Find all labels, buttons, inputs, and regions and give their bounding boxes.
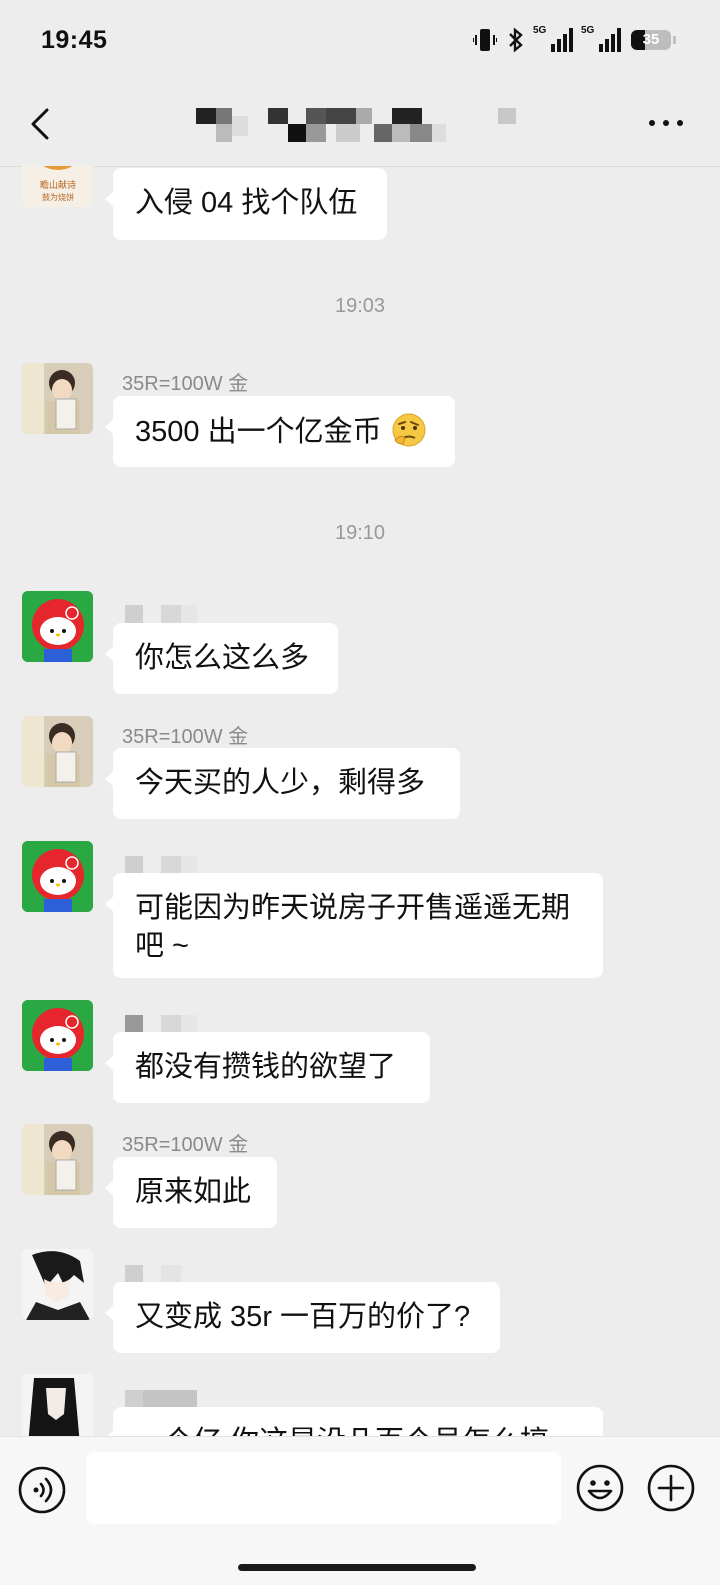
- battery-icon: 35: [631, 30, 671, 50]
- plus-icon[interactable]: [646, 1463, 696, 1513]
- more-dots-icon[interactable]: [646, 108, 686, 138]
- emoji-icon[interactable]: [575, 1463, 625, 1513]
- avatar-boy-reading[interactable]: [22, 1124, 93, 1195]
- vibrate-icon: [473, 29, 497, 51]
- message-text-line: 吧 ~: [135, 930, 189, 962]
- timestamp: 19:03: [334, 295, 386, 317]
- avatar-boy-reading[interactable]: [22, 716, 93, 787]
- sender-name: 35R=100W 金: [122, 373, 249, 395]
- chat-header: [0, 86, 720, 167]
- message-bubble[interactable]: 你怎么这么多: [105, 623, 338, 694]
- voice-icon[interactable]: [17, 1465, 67, 1515]
- avatar-long-hair-girl[interactable]: [22, 1374, 93, 1436]
- avatar-cat[interactable]: 瞻山献诗 鼓为烧饼: [22, 166, 93, 207]
- message-text: 3500 出一个亿金币: [135, 416, 382, 448]
- avatar-hello-kitty[interactable]: [22, 591, 93, 662]
- message-text: 你怎么这么多: [135, 642, 310, 674]
- status-time: 19:45: [41, 26, 108, 54]
- message-bubble[interactable]: 入侵 04 找个队伍: [105, 168, 387, 240]
- signal-icon-2: 5G: [581, 25, 621, 52]
- message-bubble[interactable]: 原来如此: [105, 1157, 277, 1228]
- message-text: 原来如此: [135, 1176, 252, 1208]
- message-text: 入侵 04 找个队伍: [135, 187, 358, 219]
- message-bubble[interactable]: 都没有攒钱的欲望了: [105, 1032, 430, 1103]
- chat-area[interactable]: 瞻山献诗 鼓为烧饼 入侵 04 找个队伍 19:03 35R=100W 金 35…: [0, 166, 720, 1436]
- bluetooth-icon: [509, 27, 523, 53]
- battery-level: 35: [642, 31, 660, 48]
- message-input[interactable]: [86, 1452, 561, 1524]
- avatar-hello-kitty[interactable]: [22, 841, 93, 912]
- avatar-boy-reading[interactable]: [22, 363, 93, 434]
- sender-name: 35R=100W 金: [122, 726, 249, 748]
- net-type-2: 5G: [581, 25, 595, 36]
- status-icons: 5G 5G 35: [473, 25, 676, 53]
- avatar-anime-man[interactable]: [22, 1249, 93, 1320]
- avatar-hello-kitty[interactable]: [22, 1000, 93, 1071]
- chat-title-redacted: [196, 106, 526, 146]
- message-text: 都没有攒钱的欲望了: [135, 1051, 397, 1083]
- signal-icon-1: 5G: [533, 25, 573, 52]
- message-text: 今天买的人少，剩得多: [135, 767, 426, 799]
- timestamp: 19:10: [334, 522, 386, 544]
- chevron-left-icon[interactable]: [22, 104, 62, 144]
- sender-name-redacted: [125, 605, 205, 625]
- home-indicator[interactable]: [238, 1564, 476, 1571]
- message-bubble[interactable]: 今天买的人少，剩得多: [105, 748, 460, 819]
- thinking-emoji-icon: [392, 413, 426, 447]
- message-bubble[interactable]: 又变成 35r 一百万的价了?: [105, 1282, 500, 1353]
- svg-text:鼓为烧饼: 鼓为烧饼: [42, 192, 74, 202]
- sender-name: 35R=100W 金: [122, 1134, 249, 1156]
- message-text-line: 可能因为昨天说房子开售遥遥无期: [135, 892, 571, 924]
- message-text: 一个亿 你这是没几百个号怎么搞: [135, 1426, 549, 1436]
- status-bar: 19:45 5G 5G 35: [0, 0, 720, 86]
- net-type-1: 5G: [533, 25, 547, 36]
- input-bar: [0, 1436, 720, 1585]
- message-bubble[interactable]: 3500 出一个亿金币: [105, 396, 455, 467]
- svg-text:瞻山献诗: 瞻山献诗: [40, 179, 76, 190]
- message-text: 又变成 35r 一百万的价了?: [135, 1301, 471, 1333]
- message-bubble[interactable]: 一个亿 你这是没几百个号怎么搞: [105, 1407, 603, 1436]
- message-bubble[interactable]: 可能因为昨天说房子开售遥遥无期 吧 ~: [105, 873, 603, 978]
